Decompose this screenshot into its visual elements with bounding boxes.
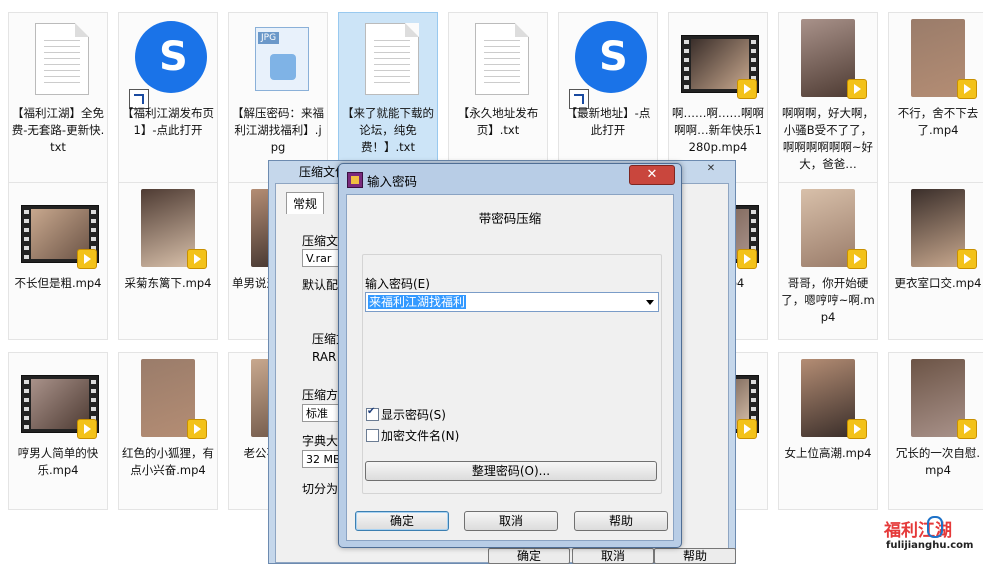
video-thumbnail <box>787 17 871 103</box>
video-thumbnail <box>17 187 101 273</box>
text-file-icon <box>457 17 541 103</box>
file-item[interactable]: 更衣室口交.mp4 <box>888 182 983 340</box>
file-name: 采菊东篱下.mp4 <box>124 276 212 290</box>
password-dialog-header: 带密码压缩 <box>478 211 542 226</box>
file-item[interactable]: 红色的小狐狸，有点小兴奋.mp4 <box>118 352 218 510</box>
file-item[interactable]: 不行，舍不下去了.mp4 <box>888 12 983 188</box>
file-item[interactable]: 【福利江湖】全免费-无套路-更新快.txt <box>8 12 108 188</box>
player-badge-icon <box>187 249 207 269</box>
file-name: 红色的小狐狸，有点小兴奋.mp4 <box>122 446 214 477</box>
player-badge-icon <box>957 419 977 439</box>
ok-button[interactable]: 确定 <box>355 511 449 531</box>
encrypt-filenames-label: 加密文件名(N) <box>381 429 460 443</box>
format-rar-radio[interactable]: RAR <box>312 350 336 364</box>
archive-help-button[interactable]: 帮助 <box>654 548 736 564</box>
chevron-down-icon[interactable] <box>646 300 654 305</box>
file-name: 不长但是粗.mp4 <box>14 276 102 290</box>
video-thumbnail <box>127 357 211 443</box>
file-item[interactable]: S 【福利江湖发布页1】-点此打开 <box>118 12 218 188</box>
file-item[interactable]: 哥哥，你开始硬了，嗯哼哼~啊.mp4 <box>778 182 878 340</box>
watermark-url: fulijianghu.com <box>886 540 974 551</box>
file-name: 哥哥，你开始硬了，嗯哼哼~啊.mp4 <box>781 276 875 324</box>
player-badge-icon <box>737 79 757 99</box>
dict-select[interactable]: 32 MB <box>302 450 342 468</box>
player-badge-icon <box>77 249 97 269</box>
mouse-icon <box>927 516 943 538</box>
file-name: 【福利江湖发布页1】-点此打开 <box>122 106 214 137</box>
player-badge-icon <box>77 419 97 439</box>
player-badge-icon <box>847 249 867 269</box>
sogou-browser-icon: S <box>567 17 651 109</box>
file-name: 哼男人简单的快乐.mp4 <box>17 446 99 477</box>
player-badge-icon <box>957 249 977 269</box>
video-thumbnail <box>897 357 981 443</box>
encrypt-filenames-checkbox[interactable] <box>366 429 379 442</box>
file-name: 【解压密码：来福利江湖找福利】.jpg <box>232 106 324 154</box>
video-thumbnail <box>787 187 871 273</box>
tab-general[interactable]: 常规 <box>286 192 325 214</box>
archive-dialog-close[interactable]: ✕ <box>693 163 729 179</box>
video-thumbnail <box>17 357 101 443</box>
archive-name-field[interactable]: V.rar <box>302 249 342 267</box>
file-item[interactable]: 冗长的一次自慰.mp4 <box>888 352 983 510</box>
video-thumbnail <box>897 17 981 103</box>
player-badge-icon <box>187 419 207 439</box>
player-badge-icon <box>847 79 867 99</box>
watermark-logo: 福利江湖 fulijianghu.com <box>884 516 980 560</box>
method-select[interactable]: 标准 <box>302 404 342 422</box>
password-value: 来福利江湖找福利 <box>368 295 467 309</box>
sogou-browser-icon: S <box>127 17 211 109</box>
file-item[interactable]: 不长但是粗.mp4 <box>8 182 108 340</box>
show-password-label: 显示密码(S) <box>381 408 446 422</box>
text-file-icon <box>17 17 101 103</box>
file-item[interactable]: 啊啊啊，好大啊，小骚B受不了了，啊啊啊啊啊啊~好大，爸爸… <box>778 12 878 188</box>
video-thumbnail <box>677 17 761 103</box>
enter-password-dialog: 输入密码 ✕ 带密码压缩 输入密码(E) 来福利江湖找福利 显示密码(S) 加密… <box>338 163 682 548</box>
file-name: 更衣室口交.mp4 <box>894 276 982 290</box>
archive-ok-button[interactable]: 确定 <box>488 548 570 564</box>
help-button[interactable]: 帮助 <box>574 511 668 531</box>
file-name: 【永久地址发布页】.txt <box>457 106 539 137</box>
video-thumbnail <box>787 357 871 443</box>
jpg-file-icon: JPG <box>237 17 321 103</box>
file-name: 不行，舍不下去了.mp4 <box>897 106 979 137</box>
file-name: 【最新地址】-点此打开 <box>565 106 651 137</box>
organize-passwords-button[interactable]: 整理密码(O)... <box>365 461 657 481</box>
file-name: 【来了就能下载的论坛，纯免费！】.txt <box>342 106 434 154</box>
player-badge-icon <box>957 79 977 99</box>
file-item[interactable]: 女上位高潮.mp4 <box>778 352 878 510</box>
file-name: 【福利江湖】全免费-无套路-更新快.txt <box>11 106 105 154</box>
video-thumbnail <box>127 187 211 273</box>
video-thumbnail <box>897 187 981 273</box>
password-label: 输入密码(E) <box>365 277 430 291</box>
password-dialog-body: 带密码压缩 输入密码(E) 来福利江湖找福利 显示密码(S) 加密文件名(N) … <box>346 194 674 541</box>
file-name: 啊……啊……啊啊啊啊…新年快乐1280p.mp4 <box>672 106 764 154</box>
file-item[interactable]: 采菊东篱下.mp4 <box>118 182 218 340</box>
player-badge-icon <box>847 419 867 439</box>
file-name: 冗长的一次自慰.mp4 <box>895 446 981 477</box>
password-dialog-title: 输入密码 <box>367 174 418 189</box>
close-button[interactable]: ✕ <box>629 165 675 185</box>
archive-cancel-button[interactable]: 取消 <box>572 548 654 564</box>
player-badge-icon <box>737 249 757 269</box>
password-input[interactable]: 来福利江湖找福利 <box>365 292 659 312</box>
file-name: 女上位高潮.mp4 <box>784 446 872 460</box>
file-item[interactable]: 哼男人简单的快乐.mp4 <box>8 352 108 510</box>
show-password-checkbox[interactable] <box>366 406 379 421</box>
player-badge-icon <box>737 419 757 439</box>
file-name: 啊啊啊，好大啊，小骚B受不了了，啊啊啊啊啊啊~好大，爸爸… <box>782 106 874 171</box>
winrar-icon <box>347 172 363 188</box>
text-file-icon <box>347 17 431 103</box>
cancel-button[interactable]: 取消 <box>464 511 558 531</box>
